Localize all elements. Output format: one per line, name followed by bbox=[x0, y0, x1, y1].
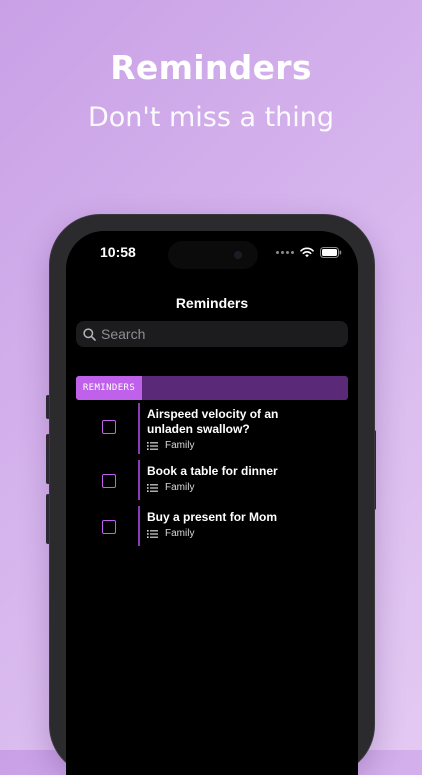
reminder-checkbox[interactable] bbox=[102, 520, 116, 534]
reminder-list-name: Family bbox=[165, 440, 195, 451]
search-input[interactable] bbox=[101, 326, 321, 342]
nav-title: Reminders bbox=[175, 295, 249, 311]
hero-subtitle: Don't miss a thing bbox=[87, 102, 335, 133]
reminder-list-name: Family bbox=[165, 482, 195, 493]
reminder-list-name: Family bbox=[165, 528, 195, 539]
phone-screen: 10:58 Reminders Search REMINDERS Airspee… bbox=[66, 231, 358, 775]
list-icon bbox=[147, 441, 158, 450]
status-icons bbox=[276, 247, 342, 258]
wifi-icon bbox=[300, 247, 314, 258]
reminder-row[interactable]: Airspeed velocity of an unladen swallow?… bbox=[76, 403, 348, 454]
list-icon bbox=[147, 529, 158, 538]
reminder-row[interactable]: Book a table for dinner Family bbox=[76, 460, 348, 500]
reminder-list: Airspeed velocity of an unladen swallow?… bbox=[76, 403, 348, 546]
reminder-checkbox[interactable] bbox=[102, 420, 116, 434]
signal-dots-icon bbox=[276, 251, 294, 254]
dynamic-island bbox=[168, 241, 258, 269]
search-icon bbox=[83, 327, 96, 341]
reminder-row[interactable]: Buy a present for Mom Family bbox=[76, 506, 348, 546]
battery-icon bbox=[320, 247, 342, 258]
reminder-title: Book a table for dinner bbox=[147, 464, 278, 478]
reminder-checkbox[interactable] bbox=[102, 474, 116, 488]
status-time: 10:58 bbox=[100, 244, 136, 260]
camera-icon bbox=[234, 251, 242, 259]
section-label: REMINDERS bbox=[76, 376, 142, 400]
section-header: REMINDERS bbox=[76, 376, 348, 400]
reminder-title: Buy a present for Mom bbox=[147, 510, 278, 524]
list-icon bbox=[147, 483, 158, 492]
reminder-title: Airspeed velocity of an unladen swallow? bbox=[147, 407, 279, 436]
search-bar[interactable] bbox=[76, 321, 348, 347]
hero-title: Reminders bbox=[110, 48, 312, 87]
phone-frame: 10:58 Reminders Search REMINDERS Airspee… bbox=[50, 215, 374, 775]
